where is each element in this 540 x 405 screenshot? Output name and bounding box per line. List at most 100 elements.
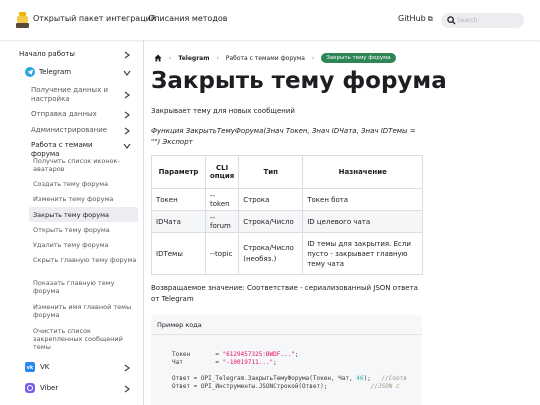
chevron-right-icon[interactable]	[123, 364, 131, 372]
code-string: "-10019711..."	[222, 359, 274, 366]
code-token: Чат	[172, 359, 183, 366]
table-cell: --token	[204, 188, 240, 211]
page-title: Закрыть тему форума	[151, 68, 447, 94]
sidebar-subitem-label: Изменить имя главной темы форума	[33, 303, 132, 319]
sidebar-subitem-label: Показать главную тему форума	[33, 279, 115, 295]
breadcrumb: › Telegram › Работа с темами форума › За…	[151, 51, 396, 65]
sidebar-item-label: Работа с темами форума	[31, 141, 93, 158]
sidebar-subitem-get-icons[interactable]: Получить список иконок-аватаров	[33, 157, 138, 173]
sidebar-subitem-label: Создать тему форума	[33, 180, 109, 188]
brand-title[interactable]: Открытый пакет интеграций	[33, 14, 156, 23]
methods-link[interactable]: Описания методов	[148, 14, 227, 23]
code-comment: //JSON с	[370, 383, 400, 390]
table-cell: IDТемы	[151, 232, 206, 275]
sidebar-subitem-label: Удалить тему форума	[33, 241, 109, 249]
chevron-right-icon[interactable]	[123, 51, 131, 59]
table-header: CLI опция	[204, 155, 240, 189]
table-row: IDЧата --forum Строка/Число ID целевого …	[151, 210, 424, 233]
chevron-down-icon[interactable]	[123, 69, 131, 77]
sidebar-subitem-label: Закрыть тему форума	[33, 211, 110, 219]
github-link[interactable]: GitHub ⧉	[398, 14, 433, 24]
sidebar-item-label: Отправка данных	[31, 110, 97, 118]
code-token: Ответ = OPI_Инструменты.JSONСтрокой(Отве…	[172, 383, 328, 390]
main-content: › Telegram › Работа с темами форума › За…	[151, 40, 540, 405]
table-cell: Строка/Число	[238, 210, 304, 233]
params-table: Параметр CLI опция Тип Назначение Токен …	[151, 155, 424, 275]
breadcrumb-telegram[interactable]: Telegram	[178, 55, 209, 62]
sidebar-item-label: VK	[40, 363, 50, 371]
sidebar-subitem-rename-main-topic[interactable]: Изменить имя главной темы форума	[33, 303, 138, 319]
breadcrumb-forum-topics[interactable]: Работа с темами форума	[226, 55, 305, 62]
breadcrumb-current: Закрыть тему форума	[321, 53, 396, 63]
sidebar-item-label: Начало работы	[19, 50, 75, 58]
sidebar-item-admin[interactable]: Администрирование	[31, 126, 116, 135]
chevron-right-icon[interactable]	[123, 385, 131, 393]
code-block-title: Пример кода	[151, 315, 422, 335]
logo-icon[interactable]	[16, 12, 29, 28]
sidebar-item-label: Администрирование	[31, 126, 108, 134]
table-header: Тип	[238, 155, 304, 189]
code-token: Токен	[172, 351, 191, 358]
external-link-icon: ⧉	[427, 15, 433, 23]
telegram-icon	[25, 67, 35, 77]
sidebar-subitem-delete-topic[interactable]: Удалить тему форума	[33, 241, 138, 249]
sidebar-subitem-close-topic[interactable]: Закрыть тему форума	[33, 211, 138, 219]
breadcrumb-separator: ›	[311, 54, 315, 62]
github-label: GitHub	[398, 14, 426, 23]
table-row: Токен --token Строка Токен бота	[151, 188, 424, 211]
table-cell: --forum	[204, 210, 240, 233]
sidebar-subitem-hide-main-topic[interactable]: Скрыть главную тему форума	[33, 256, 138, 264]
search-input[interactable]	[457, 14, 521, 27]
sidebar-subitem-open-topic[interactable]: Открыть тему форума	[33, 226, 138, 234]
code-token: Ответ = OPI_Telegram.ЗакрытьТемуФорума(Т…	[172, 375, 357, 382]
chevron-right-icon[interactable]	[123, 127, 131, 135]
code-string: "6129457325:BWDF..."	[222, 351, 295, 358]
code-comment: //Соотв	[381, 375, 407, 382]
table-cell: ID темы для закрытия. Если пусто - закры…	[302, 232, 424, 275]
table-cell: Токен бота	[302, 188, 424, 211]
search-box[interactable]	[441, 13, 524, 28]
sidebar-item-label: Telegram	[39, 68, 72, 76]
sidebar-item-label: Viber	[40, 384, 59, 392]
sidebar-subitem-edit-topic[interactable]: Изменить тему форума	[33, 195, 138, 203]
home-icon[interactable]	[154, 54, 162, 62]
breadcrumb-separator: ›	[169, 54, 172, 62]
sidebar-item-label: Получение данных и настройка	[31, 86, 108, 103]
sidebar-item-sending[interactable]: Отправка данных	[31, 110, 116, 119]
sidebar-subitem-label: Очистить список закрепленных сообщений т…	[33, 327, 123, 351]
viber-icon	[25, 383, 35, 393]
sidebar-subitem-label: Скрыть главную тему форума	[33, 256, 137, 264]
breadcrumb-separator: ›	[216, 54, 219, 62]
sidebar: Начало работы Telegram Получение данных …	[0, 40, 144, 405]
code-token: );	[363, 375, 371, 382]
sidebar-item-settings[interactable]: Получение данных и настройка	[31, 86, 116, 104]
vk-icon: vk	[25, 362, 35, 372]
sidebar-subitem-label: Изменить тему форума	[33, 195, 114, 203]
table-cell: Строка/Число (необяз.)	[238, 232, 304, 275]
sidebar-item-telegram[interactable]: Telegram	[39, 68, 119, 77]
search-icon	[447, 16, 456, 25]
table-cell: --topic	[204, 232, 240, 275]
chevron-right-icon[interactable]	[123, 91, 131, 99]
svg-text:vk: vk	[27, 365, 34, 371]
table-cell: Токен	[151, 188, 206, 211]
sidebar-subitem-clear-pinned[interactable]: Очистить список закрепленных сообщений т…	[33, 327, 138, 351]
table-row: IDТемы --topic Строка/Число (необяз.) ID…	[151, 232, 424, 275]
sidebar-subitem-label: Получить список иконок-аватаров	[33, 157, 120, 173]
code-content[interactable]: Токен = "6129457325:BWDF..."; Чат = "-10…	[172, 351, 407, 391]
table-cell: ID целевого чата	[302, 210, 424, 233]
return-value: Возвращаемое значение: Соответствие - се…	[151, 284, 418, 303]
page-description: Закрывает тему для новых сообщений	[151, 107, 295, 115]
sidebar-item-vk[interactable]: VK	[40, 363, 100, 372]
chevron-right-icon[interactable]	[123, 111, 131, 119]
sidebar-item-viber[interactable]: Viber	[40, 384, 100, 393]
chevron-down-icon[interactable]	[123, 142, 131, 150]
table-header: Параметр	[151, 155, 206, 189]
sidebar-subitem-create-topic[interactable]: Создать тему форума	[33, 180, 138, 188]
table-header: Назначение	[302, 155, 424, 189]
sidebar-subitem-label: Открыть тему форума	[33, 226, 110, 234]
code-block: Пример кода Токен = "6129457325:BWDF..."…	[151, 315, 422, 405]
top-navbar: Открытый пакет интеграций Описания метод…	[0, 0, 540, 40]
table-cell: IDЧата	[151, 210, 206, 233]
sidebar-subitem-show-main-topic[interactable]: Показать главную тему форума	[33, 279, 138, 295]
